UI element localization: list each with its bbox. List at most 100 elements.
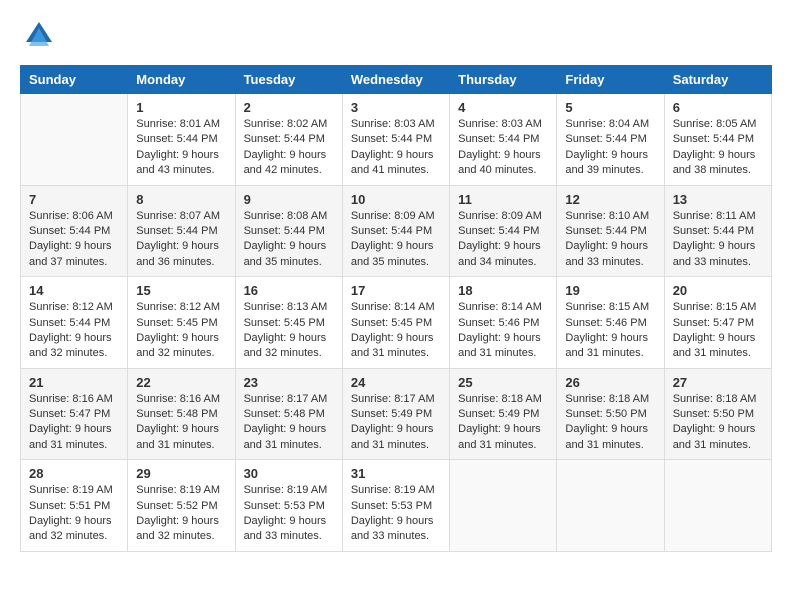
day-number: 24 — [351, 375, 441, 390]
calendar-day-cell: 6 Sunrise: 8:05 AM Sunset: 5:44 PM Dayli… — [664, 94, 771, 186]
calendar-day-cell: 26 Sunrise: 8:18 AM Sunset: 5:50 PM Dayl… — [557, 368, 664, 460]
calendar-day-cell: 8 Sunrise: 8:07 AM Sunset: 5:44 PM Dayli… — [128, 185, 235, 277]
day-of-week-header: Sunday — [21, 66, 128, 94]
sunrise-text: Sunrise: 8:18 AM — [565, 393, 649, 405]
sunset-text: Sunset: 5:44 PM — [458, 133, 539, 145]
daylight-text: Daylight: 9 hours and 31 minutes. — [136, 423, 219, 450]
sunrise-text: Sunrise: 8:13 AM — [244, 301, 328, 313]
sunset-text: Sunset: 5:51 PM — [29, 500, 110, 512]
daylight-text: Daylight: 9 hours and 42 minutes. — [244, 149, 327, 176]
sunset-text: Sunset: 5:47 PM — [673, 317, 754, 329]
day-number: 7 — [29, 192, 119, 207]
calendar-day-cell: 15 Sunrise: 8:12 AM Sunset: 5:45 PM Dayl… — [128, 277, 235, 369]
daylight-text: Daylight: 9 hours and 33 minutes. — [565, 240, 648, 267]
day-info: Sunrise: 8:15 AM Sunset: 5:47 PM Dayligh… — [673, 300, 763, 362]
calendar-week-row: 28 Sunrise: 8:19 AM Sunset: 5:51 PM Dayl… — [21, 460, 772, 552]
daylight-text: Daylight: 9 hours and 32 minutes. — [244, 332, 327, 359]
daylight-text: Daylight: 9 hours and 32 minutes. — [29, 332, 112, 359]
calendar-day-cell: 19 Sunrise: 8:15 AM Sunset: 5:46 PM Dayl… — [557, 277, 664, 369]
sunrise-text: Sunrise: 8:05 AM — [673, 118, 757, 130]
sunrise-text: Sunrise: 8:15 AM — [565, 301, 649, 313]
day-info: Sunrise: 8:15 AM Sunset: 5:46 PM Dayligh… — [565, 300, 655, 362]
day-number: 31 — [351, 466, 441, 481]
day-info: Sunrise: 8:11 AM Sunset: 5:44 PM Dayligh… — [673, 209, 763, 271]
day-info: Sunrise: 8:09 AM Sunset: 5:44 PM Dayligh… — [458, 209, 548, 271]
sunrise-text: Sunrise: 8:17 AM — [244, 393, 328, 405]
sunset-text: Sunset: 5:44 PM — [565, 133, 646, 145]
logo-icon — [24, 20, 54, 50]
sunset-text: Sunset: 5:49 PM — [458, 408, 539, 420]
day-number: 18 — [458, 283, 548, 298]
day-info: Sunrise: 8:14 AM Sunset: 5:46 PM Dayligh… — [458, 300, 548, 362]
sunset-text: Sunset: 5:45 PM — [244, 317, 325, 329]
sunrise-text: Sunrise: 8:14 AM — [351, 301, 435, 313]
calendar-day-cell: 11 Sunrise: 8:09 AM Sunset: 5:44 PM Dayl… — [450, 185, 557, 277]
calendar-day-cell: 29 Sunrise: 8:19 AM Sunset: 5:52 PM Dayl… — [128, 460, 235, 552]
sunrise-text: Sunrise: 8:07 AM — [136, 210, 220, 222]
day-number: 19 — [565, 283, 655, 298]
day-info: Sunrise: 8:14 AM Sunset: 5:45 PM Dayligh… — [351, 300, 441, 362]
day-number: 14 — [29, 283, 119, 298]
day-info: Sunrise: 8:19 AM Sunset: 5:53 PM Dayligh… — [244, 483, 334, 545]
calendar-day-cell: 3 Sunrise: 8:03 AM Sunset: 5:44 PM Dayli… — [342, 94, 449, 186]
daylight-text: Daylight: 9 hours and 31 minutes. — [244, 423, 327, 450]
day-number: 4 — [458, 100, 548, 115]
sunset-text: Sunset: 5:48 PM — [136, 408, 217, 420]
sunrise-text: Sunrise: 8:18 AM — [673, 393, 757, 405]
daylight-text: Daylight: 9 hours and 31 minutes. — [565, 332, 648, 359]
sunrise-text: Sunrise: 8:10 AM — [565, 210, 649, 222]
calendar-day-cell: 24 Sunrise: 8:17 AM Sunset: 5:49 PM Dayl… — [342, 368, 449, 460]
sunrise-text: Sunrise: 8:12 AM — [136, 301, 220, 313]
daylight-text: Daylight: 9 hours and 33 minutes. — [244, 515, 327, 542]
sunset-text: Sunset: 5:44 PM — [244, 225, 325, 237]
calendar-day-cell — [450, 460, 557, 552]
calendar-week-row: 7 Sunrise: 8:06 AM Sunset: 5:44 PM Dayli… — [21, 185, 772, 277]
day-info: Sunrise: 8:18 AM Sunset: 5:50 PM Dayligh… — [673, 392, 763, 454]
header — [20, 20, 772, 55]
sunrise-text: Sunrise: 8:08 AM — [244, 210, 328, 222]
daylight-text: Daylight: 9 hours and 33 minutes. — [673, 240, 756, 267]
day-number: 16 — [244, 283, 334, 298]
day-number: 2 — [244, 100, 334, 115]
day-info: Sunrise: 8:19 AM Sunset: 5:53 PM Dayligh… — [351, 483, 441, 545]
day-of-week-header: Thursday — [450, 66, 557, 94]
calendar-week-row: 1 Sunrise: 8:01 AM Sunset: 5:44 PM Dayli… — [21, 94, 772, 186]
calendar-day-cell: 4 Sunrise: 8:03 AM Sunset: 5:44 PM Dayli… — [450, 94, 557, 186]
day-info: Sunrise: 8:16 AM Sunset: 5:47 PM Dayligh… — [29, 392, 119, 454]
calendar-day-cell — [664, 460, 771, 552]
daylight-text: Daylight: 9 hours and 31 minutes. — [458, 423, 541, 450]
day-number: 17 — [351, 283, 441, 298]
sunset-text: Sunset: 5:50 PM — [565, 408, 646, 420]
daylight-text: Daylight: 9 hours and 33 minutes. — [351, 515, 434, 542]
daylight-text: Daylight: 9 hours and 31 minutes. — [673, 332, 756, 359]
sunset-text: Sunset: 5:52 PM — [136, 500, 217, 512]
sunset-text: Sunset: 5:44 PM — [673, 225, 754, 237]
calendar-day-cell: 27 Sunrise: 8:18 AM Sunset: 5:50 PM Dayl… — [664, 368, 771, 460]
sunrise-text: Sunrise: 8:03 AM — [351, 118, 435, 130]
day-info: Sunrise: 8:09 AM Sunset: 5:44 PM Dayligh… — [351, 209, 441, 271]
calendar-day-cell: 18 Sunrise: 8:14 AM Sunset: 5:46 PM Dayl… — [450, 277, 557, 369]
calendar-day-cell: 31 Sunrise: 8:19 AM Sunset: 5:53 PM Dayl… — [342, 460, 449, 552]
daylight-text: Daylight: 9 hours and 36 minutes. — [136, 240, 219, 267]
day-info: Sunrise: 8:16 AM Sunset: 5:48 PM Dayligh… — [136, 392, 226, 454]
sunrise-text: Sunrise: 8:15 AM — [673, 301, 757, 313]
day-info: Sunrise: 8:13 AM Sunset: 5:45 PM Dayligh… — [244, 300, 334, 362]
sunset-text: Sunset: 5:48 PM — [244, 408, 325, 420]
calendar-day-cell: 28 Sunrise: 8:19 AM Sunset: 5:51 PM Dayl… — [21, 460, 128, 552]
day-number: 15 — [136, 283, 226, 298]
daylight-text: Daylight: 9 hours and 35 minutes. — [351, 240, 434, 267]
sunset-text: Sunset: 5:53 PM — [244, 500, 325, 512]
sunrise-text: Sunrise: 8:09 AM — [351, 210, 435, 222]
daylight-text: Daylight: 9 hours and 31 minutes. — [565, 423, 648, 450]
day-info: Sunrise: 8:19 AM Sunset: 5:52 PM Dayligh… — [136, 483, 226, 545]
calendar-day-cell — [557, 460, 664, 552]
sunset-text: Sunset: 5:46 PM — [565, 317, 646, 329]
day-number: 13 — [673, 192, 763, 207]
day-number: 30 — [244, 466, 334, 481]
day-info: Sunrise: 8:02 AM Sunset: 5:44 PM Dayligh… — [244, 117, 334, 179]
calendar-day-cell: 21 Sunrise: 8:16 AM Sunset: 5:47 PM Dayl… — [21, 368, 128, 460]
calendar-day-cell: 30 Sunrise: 8:19 AM Sunset: 5:53 PM Dayl… — [235, 460, 342, 552]
day-number: 22 — [136, 375, 226, 390]
calendar-day-cell: 2 Sunrise: 8:02 AM Sunset: 5:44 PM Dayli… — [235, 94, 342, 186]
day-info: Sunrise: 8:18 AM Sunset: 5:49 PM Dayligh… — [458, 392, 548, 454]
